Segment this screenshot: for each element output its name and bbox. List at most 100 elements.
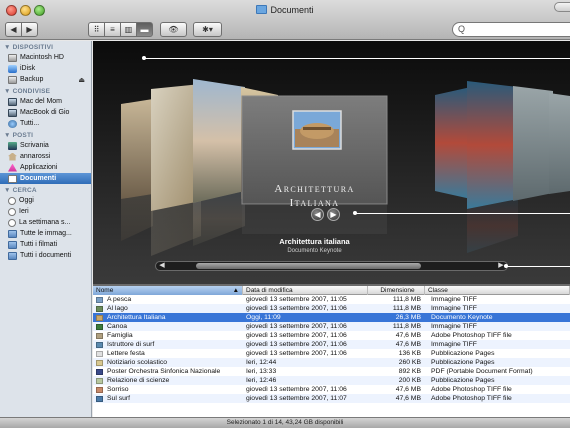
sidebar-item-label: Ieri xyxy=(19,208,29,215)
cell-kind: PDF (Portable Document Format) xyxy=(431,368,533,375)
cell-size: 47,6 MB xyxy=(395,332,421,339)
table-row[interactable]: Poster Orchestra Sinfonica Nazionale Ieri… xyxy=(93,367,570,376)
table-row[interactable]: Relazione di scienze Ieri, 12:46 200 KB Pub… xyxy=(93,376,570,385)
sidebar-section-header[interactable]: ▼ POSTI xyxy=(0,129,91,140)
gear-icon: ✱▾ xyxy=(202,25,213,34)
sidebar-item[interactable]: annarossi xyxy=(0,151,91,162)
column-header-name[interactable]: Nome ▲ xyxy=(93,286,243,295)
forward-button[interactable]: ▶ xyxy=(21,22,38,37)
table-row[interactable]: Al lago giovedì 13 settembre 2007, 11:06 1… xyxy=(93,304,570,313)
applications-icon xyxy=(8,163,17,172)
sidebar-item[interactable]: Scrivania xyxy=(0,140,91,151)
mac-icon xyxy=(8,97,17,106)
file-icon xyxy=(96,386,103,393)
table-header: Nome ▲ Data di modifica Dimensione Classe xyxy=(93,286,570,295)
cell-modified: giovedì 13 settembre 2007, 11:07 xyxy=(246,395,347,402)
sidebar-item[interactable]: Documenti xyxy=(0,173,91,184)
cell-kind: Immagine TIFF xyxy=(431,323,477,330)
eject-icon[interactable]: ⏏ xyxy=(78,75,85,85)
column-view-button[interactable]: ▥ xyxy=(120,22,137,37)
table-row[interactable]: Sul surf giovedì 13 settembre 2007, 11:07… xyxy=(93,394,570,403)
sidebar-item-label: Tutte le immag... xyxy=(20,230,72,237)
table-row[interactable]: Canoa giovedì 13 settembre 2007, 11:06 111… xyxy=(93,322,570,331)
file-icon xyxy=(96,359,103,366)
sidebar-item[interactable]: Mac del Mom xyxy=(0,96,91,107)
idisk-icon xyxy=(8,64,17,73)
sidebar-item-label: MacBook di Gio xyxy=(20,109,70,116)
cell-name: Poster Orchestra Sinfonica Nazionale xyxy=(93,367,243,376)
coverflow-area[interactable]: Architettura Italiana ◀ ▶ Architettura i… xyxy=(93,41,570,284)
column-header-modified[interactable]: Data di modifica xyxy=(243,286,368,295)
sidebar-item-label: La settimana s... xyxy=(19,219,71,226)
sidebar-item[interactable]: Applicazioni xyxy=(0,162,91,173)
coverflow-scrollbar[interactable]: ◀ ▶ xyxy=(155,261,508,271)
sidebar-item[interactable]: Backup ⏏ xyxy=(0,74,91,85)
table-row[interactable]: Architettura Italiana Oggi, 11:09 26,3 MB D… xyxy=(93,313,570,322)
sidebar-item[interactable]: Oggi xyxy=(0,195,91,206)
column-header-size[interactable]: Dimensione xyxy=(368,286,425,295)
quicklook-button[interactable]: 👁 xyxy=(160,22,187,37)
cell-kind: Immagine TIFF xyxy=(431,341,477,348)
callout-line xyxy=(506,266,570,267)
action-menu-button[interactable]: ✱▾ xyxy=(193,22,222,37)
sidebar-item[interactable]: Macintosh HD xyxy=(0,52,91,63)
scroll-left-arrow-icon[interactable]: ◀ xyxy=(157,262,167,270)
disk-icon xyxy=(8,53,17,62)
sidebar-item[interactable]: Ieri xyxy=(0,206,91,217)
cell-modified: giovedì 13 settembre 2007, 11:06 xyxy=(246,305,347,312)
sidebar-item-label: Oggi xyxy=(19,197,34,204)
column-header-kind[interactable]: Classe xyxy=(425,286,570,295)
table-row[interactable]: A pesca giovedì 13 settembre 2007, 11:05 1… xyxy=(93,295,570,304)
sidebar-item-label: Tutti i documenti xyxy=(20,252,72,259)
sidebar-item[interactable]: Tutte le immag... xyxy=(0,228,91,239)
search-field[interactable]: Q xyxy=(452,22,570,37)
sidebar-item[interactable]: Tutti i filmati xyxy=(0,239,91,250)
cell-size: 111,8 MB xyxy=(392,323,421,330)
desktop-icon xyxy=(8,141,17,150)
clock-icon xyxy=(8,218,16,227)
cover-prev-arrow-icon[interactable]: ◀ xyxy=(311,208,324,221)
file-icon xyxy=(96,332,103,339)
back-button[interactable]: ◀ xyxy=(5,22,22,37)
mac-icon xyxy=(8,108,17,117)
search-icon: Q xyxy=(458,24,466,34)
sort-ascending-icon: ▲ xyxy=(232,287,239,294)
table-row[interactable]: Istruttore di surf giovedì 13 settembre 2… xyxy=(93,340,570,349)
cover-next-arrow-icon[interactable]: ▶ xyxy=(327,208,340,221)
cell-name: Famiglia xyxy=(93,331,243,340)
clock-icon xyxy=(8,207,16,216)
cell-modified: Ieri, 12:44 xyxy=(246,359,277,366)
cell-kind: Pubblicazione Pages xyxy=(431,377,495,384)
cover-info: Architettura italiana Documento Keynote xyxy=(242,237,387,254)
table-row[interactable]: Lettere festa giovedì 13 settembre 2007, … xyxy=(93,349,570,358)
scrollbar-thumb[interactable] xyxy=(196,263,421,269)
sidebar-item-label: iDisk xyxy=(20,65,36,72)
sidebar-section-header[interactable]: ▼ CERCA xyxy=(0,184,91,195)
window-title: Documenti xyxy=(0,5,570,15)
coverflow-view-button[interactable]: ▬ xyxy=(136,22,153,37)
table-row[interactable]: Notiziario scolastico Ieri, 12:44 260 KB Pu… xyxy=(93,358,570,367)
cell-kind: Documento Keynote xyxy=(431,314,493,321)
toolbar-toggle-button[interactable] xyxy=(554,2,570,12)
sidebar-item[interactable]: MacBook di Gio xyxy=(0,107,91,118)
sidebar-item[interactable]: La settimana s... xyxy=(0,217,91,228)
file-icon xyxy=(96,368,103,375)
sidebar-section-header[interactable]: ▼ DISPOSITIVI xyxy=(0,41,91,52)
smart-folder-icon xyxy=(8,240,17,249)
window-title-text: Documenti xyxy=(270,5,314,15)
sidebar-item[interactable]: Tutti i documenti xyxy=(0,250,91,261)
icon-view-button[interactable]: ⠿ xyxy=(88,22,105,37)
cell-size: 111,8 MB xyxy=(392,305,421,312)
sidebar-section-header[interactable]: ▼ CONDIVISE xyxy=(0,85,91,96)
sidebar-item[interactable]: Tutti... xyxy=(0,118,91,129)
table-row[interactable]: Famiglia giovedì 13 settembre 2007, 11:06… xyxy=(93,331,570,340)
list-view-button[interactable]: ≡ xyxy=(104,22,121,37)
file-icon xyxy=(96,305,103,312)
clock-icon xyxy=(8,196,16,205)
sidebar-item[interactable]: iDisk xyxy=(0,63,91,74)
cell-name: Relazione di scienze xyxy=(93,376,243,385)
file-name: Notiziario scolastico xyxy=(107,359,168,366)
file-name: Canoa xyxy=(107,323,128,330)
cell-kind: Immagine TIFF xyxy=(431,305,477,312)
table-row[interactable]: Sorriso giovedì 13 settembre 2007, 11:06 4… xyxy=(93,385,570,394)
